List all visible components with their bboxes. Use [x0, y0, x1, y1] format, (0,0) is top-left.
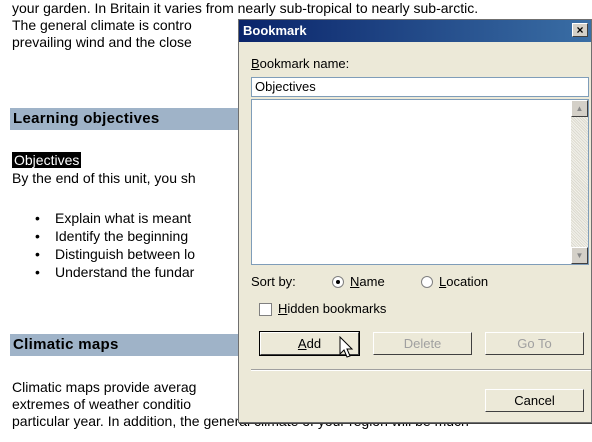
doc-line: By the end of this unit, you sh: [12, 170, 196, 186]
selected-word: Objectives: [12, 152, 82, 168]
list-item: • Understand the fundar: [35, 264, 195, 280]
bookmark-name-label: Bookmark name:: [251, 56, 350, 71]
heading-climatic-maps: Climatic maps: [10, 334, 250, 356]
sort-name-radio[interactable]: [332, 276, 344, 288]
doc-line: extremes of weather conditio: [12, 396, 191, 412]
sort-location-radio[interactable]: [421, 276, 433, 288]
close-button[interactable]: ×: [572, 23, 588, 37]
doc-line: Climatic maps provide averag: [12, 379, 197, 395]
selected-text-line: Objectives: [12, 152, 82, 168]
list-scrollbar[interactable]: ▲ ▼: [571, 100, 588, 264]
scroll-down-icon[interactable]: ▼: [571, 247, 588, 264]
doc-line: your garden. In Britain it varies from n…: [12, 0, 479, 16]
bookmark-name-input[interactable]: Objectives: [251, 77, 589, 97]
hidden-bookmarks-checkbox[interactable]: [259, 303, 272, 316]
dialog-titlebar[interactable]: Bookmark ×: [239, 20, 591, 42]
heading-learning-objectives: Learning objectives: [10, 108, 250, 130]
list-item: • Distinguish between lo: [35, 246, 196, 262]
bookmark-list[interactable]: ▲ ▼: [251, 99, 589, 265]
sort-name-label[interactable]: Name: [350, 274, 385, 289]
hidden-bookmarks-label[interactable]: Hidden bookmarks: [278, 301, 386, 316]
sort-by-label: Sort by:: [251, 274, 296, 289]
dialog-separator: [251, 369, 591, 371]
go-to-button[interactable]: Go To: [485, 332, 584, 355]
dialog-title: Bookmark: [243, 23, 307, 38]
doc-line: prevailing wind and the close: [12, 34, 192, 50]
list-item: • Explain what is meant: [35, 210, 192, 226]
delete-button[interactable]: Delete: [373, 332, 472, 355]
cancel-button[interactable]: Cancel: [485, 389, 584, 412]
mouse-pointer-icon: [339, 336, 354, 358]
list-item: • Identify the beginning: [35, 228, 189, 244]
doc-line: The general climate is contro: [12, 17, 192, 33]
bookmark-dialog: Bookmark × Bookmark name: Objectives ▲ ▼…: [238, 19, 592, 423]
scroll-up-icon[interactable]: ▲: [571, 100, 588, 117]
sort-location-label[interactable]: Location: [439, 274, 488, 289]
